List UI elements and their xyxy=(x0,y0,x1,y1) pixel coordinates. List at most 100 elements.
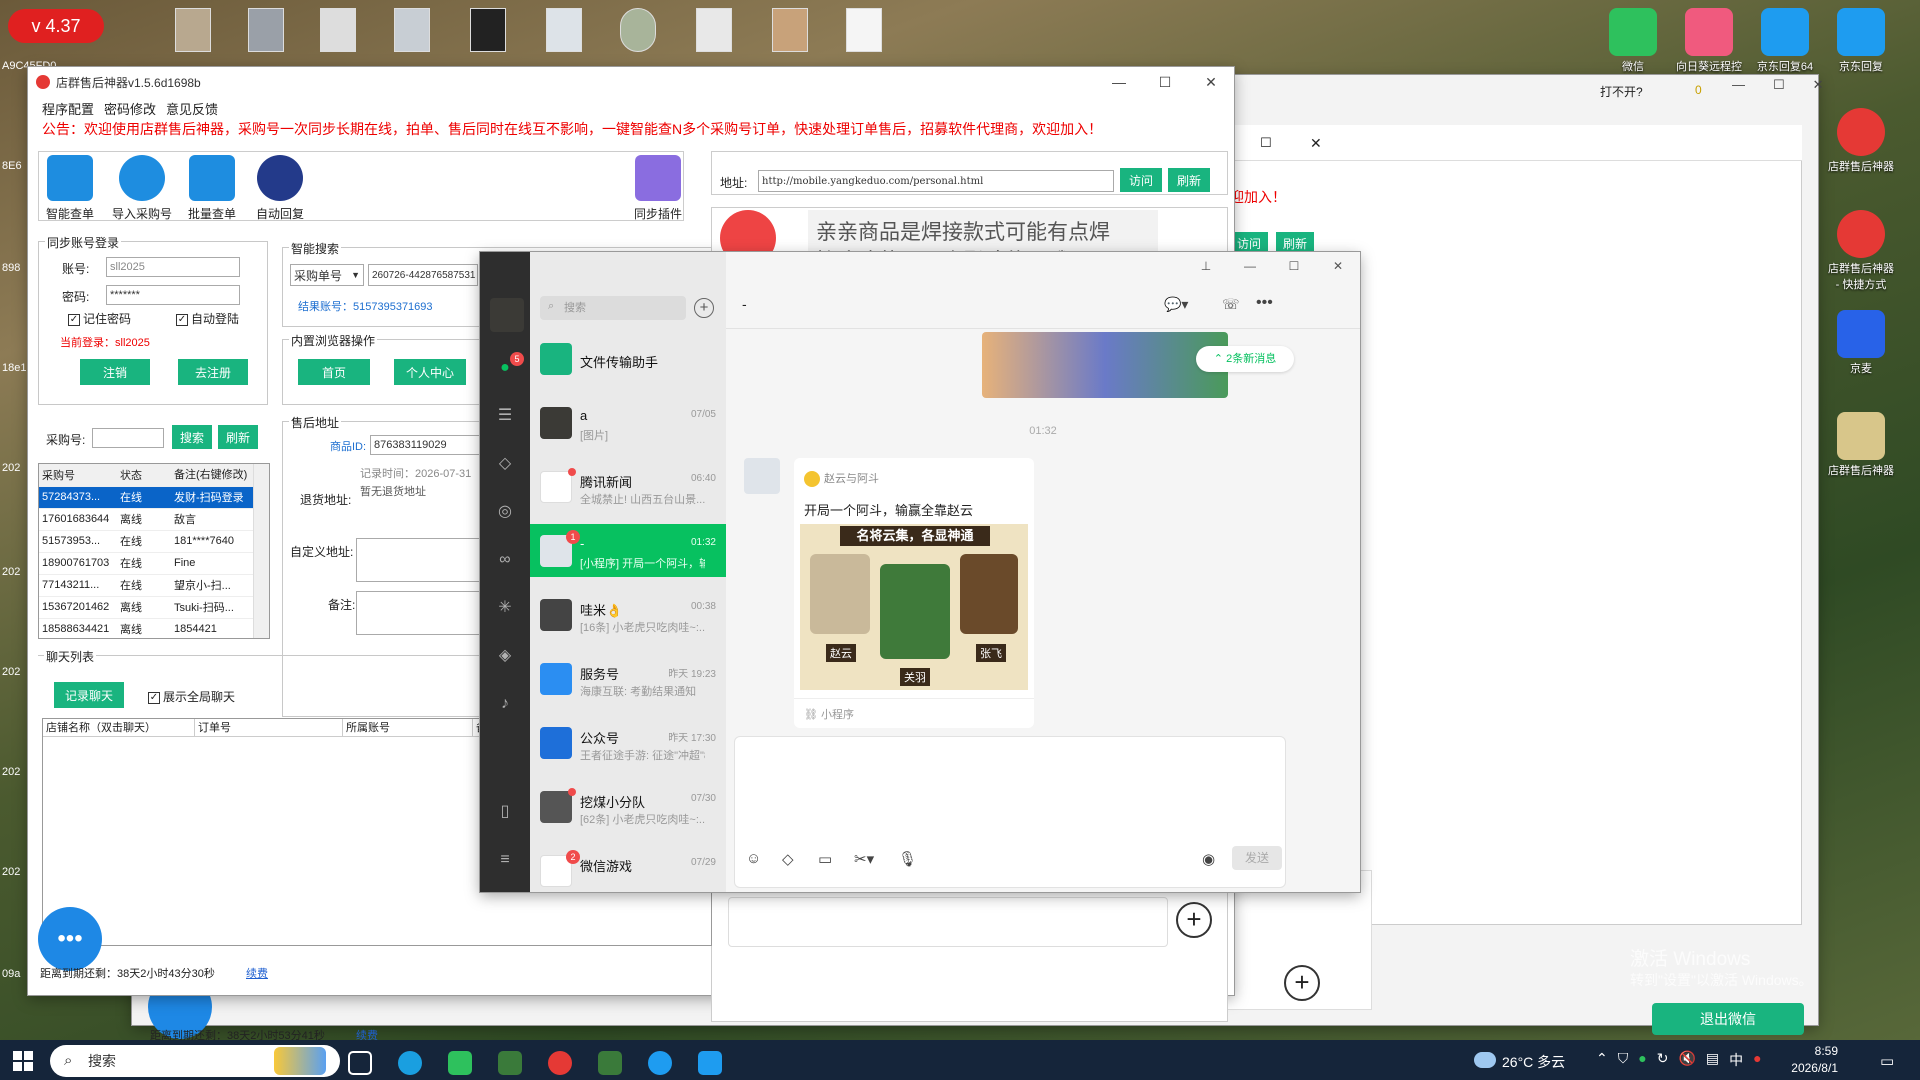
table-scrollbar[interactable] xyxy=(253,464,269,638)
mini-program-card[interactable]: 赵云与阿斗 开局一个阿斗，输赢全靠赵云 名将云集，各显神通 赵云 张飞 关羽 ⛓… xyxy=(794,458,1034,728)
add-icon[interactable]: + xyxy=(1176,902,1212,938)
network-icon[interactable]: ▤ xyxy=(1706,1050,1719,1070)
music-icon[interactable]: ♪ xyxy=(495,694,515,714)
address-input[interactable]: http://mobile.yangkeduo.com/personal.htm… xyxy=(758,170,1114,192)
menu-icon[interactable]: ≡ xyxy=(495,850,515,870)
back-visit-button[interactable]: 访问 xyxy=(1230,232,1268,254)
chat-info-icon[interactable]: 💬▾ xyxy=(1164,296,1188,313)
desktop-icon-jd-reply[interactable]: 京东回复 xyxy=(1826,8,1896,74)
personal-center-button[interactable]: 个人中心 xyxy=(394,359,466,385)
maximize-button[interactable]: ☐ xyxy=(1142,67,1188,97)
chat-bubble-icon[interactable]: ••• xyxy=(38,907,102,971)
reply-taskbar-icon[interactable] xyxy=(648,1051,672,1075)
menu-item-feedback[interactable]: 意见反馈 xyxy=(166,99,218,118)
more-icon[interactable]: ••• xyxy=(1256,294,1273,312)
close-icon[interactable]: ✕ xyxy=(1813,77,1824,93)
col-header[interactable]: 订单号 xyxy=(195,719,343,736)
logout-button[interactable]: 注销 xyxy=(80,359,150,385)
pin-icon[interactable]: ⊥ xyxy=(1184,252,1228,280)
account-input[interactable]: sll2025 xyxy=(106,257,240,277)
table-row[interactable]: 17601683644 离线 敌言 xyxy=(39,508,253,531)
table-row[interactable]: 18900761703 在线 Fine xyxy=(39,552,253,575)
purchase-search-button[interactable]: 搜索 xyxy=(172,425,212,449)
back-close-icon[interactable]: ✕ xyxy=(1310,135,1322,152)
user-avatar[interactable] xyxy=(490,298,524,332)
desktop-icon-wechat[interactable]: 微信 xyxy=(1598,8,1668,74)
auto-login-checkbox[interactable]: ✓ 自动登陆 xyxy=(176,310,239,327)
edge-icon[interactable] xyxy=(398,1051,422,1075)
clock-date[interactable]: 2026/8/1 xyxy=(1768,1061,1838,1075)
phone-icon[interactable]: ▯ xyxy=(495,802,515,822)
favorites-icon[interactable]: ◇ xyxy=(495,454,515,474)
desktop-icon-jd-reply64[interactable]: 京东回复64 xyxy=(1750,8,1820,74)
table-row[interactable]: 57284373... 在线 发财-扫码登录 xyxy=(39,486,253,509)
task-view-icon[interactable] xyxy=(348,1051,372,1075)
chat-item-mining-team[interactable]: 挖煤小分队 07/30 [62条] 小老虎只吃肉哇~:... xyxy=(530,780,726,833)
toolbar-batch-query[interactable]: 批量查单 xyxy=(182,155,242,222)
jd-taskbar-icon[interactable] xyxy=(698,1051,722,1075)
weather-text[interactable]: 26°C 多云 xyxy=(1502,1052,1565,1072)
chat-item-tencent-news[interactable]: 腾讯新闻 06:40 全城禁止! 山西五台山景... xyxy=(530,460,726,513)
screenshot-icon[interactable]: ✂▾ xyxy=(854,850,874,868)
toolbar-smart-query[interactable]: 智能查单 xyxy=(40,155,100,222)
remember-password-checkbox[interactable]: ✓ 记住密码 xyxy=(68,310,131,327)
back-add-icon[interactable]: + xyxy=(1284,965,1320,1001)
sync-icon[interactable]: ↻ xyxy=(1657,1050,1669,1070)
close-button[interactable]: ✕ xyxy=(1188,67,1234,97)
back-refresh-button[interactable]: 刷新 xyxy=(1276,232,1314,254)
table-row[interactable]: 18588634421 离线 1854421 xyxy=(39,618,253,638)
menu-item-config[interactable]: 程序配置 xyxy=(42,99,94,118)
chat-item-file-helper[interactable]: 文件传输助手 xyxy=(530,332,726,385)
chat-item-wami[interactable]: 哇米👌 00:38 [16条] 小老虎只吃肉哇~:... xyxy=(530,588,726,641)
wechat-search-input[interactable]: 搜索 xyxy=(540,296,686,320)
shop-tool-taskbar-icon[interactable] xyxy=(548,1051,572,1075)
previous-image-message[interactable] xyxy=(982,332,1228,398)
order-number-input[interactable]: 260726-442876587531 xyxy=(368,264,478,286)
chat-item-wechat-games[interactable]: 2 微信游戏 07/29 xyxy=(530,844,726,888)
sender-avatar[interactable] xyxy=(744,458,780,494)
visit-button[interactable]: 访问 xyxy=(1120,168,1162,192)
chat-item-a[interactable]: a 07/05 [图片] xyxy=(530,396,726,449)
send-button[interactable]: 发送 xyxy=(1232,846,1282,870)
clock-time[interactable]: 8:59 xyxy=(1768,1044,1838,1058)
account-table[interactable]: 采购号 状态 备注(右键修改) 57284373... 在线 发财-扫码登录 17601… xyxy=(38,463,270,639)
col-header[interactable]: 采购号 xyxy=(39,464,117,487)
register-button[interactable]: 去注册 xyxy=(178,359,248,385)
minimize-button[interactable]: — xyxy=(1096,67,1142,97)
close-icon[interactable]: ✕ xyxy=(1316,252,1360,280)
minimize-icon[interactable]: — xyxy=(1228,252,1272,280)
voice-input-icon[interactable]: ◉ xyxy=(1202,850,1215,868)
start-button[interactable] xyxy=(10,1048,36,1074)
wechat-window[interactable]: ● 5 ☰ ◇ ◎ ∞ ✳ ◈ ♪ ▯ ≡ 搜索 ⌕ + 文件传输助手 a 07/… xyxy=(480,252,1360,892)
chat-item-service-accounts[interactable]: 服务号 昨天 19:23 海康互联: 考勤结果通知 xyxy=(530,652,726,705)
home-button[interactable]: 首页 xyxy=(298,359,370,385)
maximize-icon[interactable]: ☐ xyxy=(1272,252,1316,280)
desktop-icon-shop-tool[interactable]: 店群售后神器 xyxy=(1826,108,1896,174)
desktop-icon-shop-tool-folder[interactable]: 店群售后神器 xyxy=(1826,412,1896,478)
discover-icon[interactable]: ✳ xyxy=(495,598,515,618)
product-id-input[interactable]: 876383119029 xyxy=(370,435,480,455)
table-row[interactable]: 51573953... 在线 181****7640 xyxy=(39,530,253,553)
new-messages-pill[interactable]: ⌃ 2条新消息 xyxy=(1196,346,1294,372)
ime-indicator[interactable]: 中 xyxy=(1729,1050,1743,1070)
favorites-send-icon[interactable]: ◇ xyxy=(782,850,794,868)
mini-program-icon[interactable]: ◈ xyxy=(495,646,515,666)
chevron-up-icon[interactable]: ⌃ xyxy=(1596,1050,1608,1070)
password-input[interactable]: ******* xyxy=(106,285,240,305)
emoji-icon[interactable]: ☺ xyxy=(746,850,761,867)
wechat-taskbar-icon[interactable] xyxy=(448,1051,472,1075)
moments-icon[interactable]: ◎ xyxy=(495,502,515,522)
voice-icon[interactable]: 🎙 xyxy=(898,850,917,868)
app-taskbar-icon[interactable] xyxy=(498,1051,522,1075)
toolbar-import[interactable]: 导入采购号 xyxy=(108,155,176,222)
table-row[interactable]: 77143211... 在线 望京小-扫... xyxy=(39,574,253,597)
maximize-icon[interactable]: ☐ xyxy=(1773,77,1785,93)
add-chat-icon[interactable]: + xyxy=(694,298,714,318)
folder-icon[interactable]: ▭ xyxy=(818,850,832,868)
toolbar-sync-plugin[interactable]: 同步插件 xyxy=(628,155,688,222)
record-chat-button[interactable]: 记录聊天 xyxy=(54,682,124,708)
purchase-refresh-button[interactable]: 刷新 xyxy=(218,425,258,449)
wechat-tray-icon[interactable]: ● xyxy=(1638,1050,1646,1070)
back-maximize-icon[interactable]: ☐ xyxy=(1260,135,1272,151)
logout-wechat-button[interactable]: 退出微信 xyxy=(1652,1003,1804,1035)
